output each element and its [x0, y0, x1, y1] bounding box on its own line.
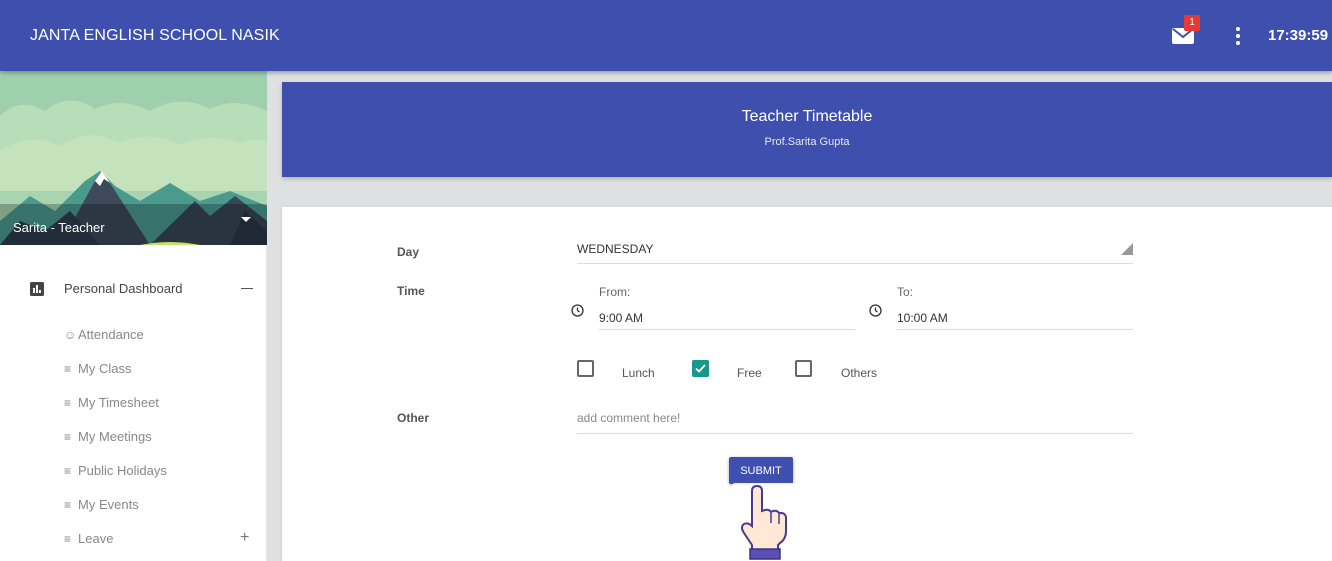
- collapse-icon[interactable]: [241, 288, 253, 289]
- dropdown-triangle-icon: [1121, 243, 1133, 255]
- sidebar-item-my-meetings[interactable]: ≡ My Meetings: [64, 429, 152, 449]
- other-label: Other: [397, 411, 430, 425]
- menu-lines-icon: ≡: [64, 464, 72, 478]
- page-title: Teacher Timetable: [741, 108, 873, 125]
- clock: 17:39:59: [1268, 27, 1329, 44]
- day-label: Day: [397, 245, 420, 259]
- profile-dropdown-icon[interactable]: [241, 217, 251, 222]
- others-checkbox[interactable]: [795, 360, 812, 377]
- submit-button[interactable]: SUBMIT: [729, 457, 793, 484]
- check-icon: [695, 364, 706, 373]
- sidebar-item-label: My Timesheet: [78, 395, 159, 410]
- lunch-checkbox[interactable]: [577, 360, 594, 377]
- person-icon: ☺: [64, 328, 77, 342]
- sidebar-item-leave[interactable]: ≡ Leave: [64, 531, 113, 551]
- sidebar-item-label: Attendance: [78, 327, 144, 342]
- nav-section-label: Personal Dashboard: [64, 281, 183, 296]
- top-app-bar: JANTA ENGLISH SCHOOL NASIK 1 17:39:59: [0, 0, 1332, 71]
- profile-user-name: Sarita - Teacher: [13, 220, 105, 235]
- clock-icon: [869, 304, 882, 317]
- comment-field: [577, 407, 1133, 434]
- menu-lines-icon: ≡: [64, 532, 72, 546]
- to-time-value: 10:00 AM: [897, 311, 948, 325]
- more-vert-icon[interactable]: [1226, 24, 1250, 48]
- app-title: JANTA ENGLISH SCHOOL NASIK: [30, 27, 280, 44]
- page-subtitle: Prof.Sarita Gupta: [764, 136, 850, 148]
- from-time-value: 9:00 AM: [599, 311, 644, 325]
- free-checkbox[interactable]: [692, 360, 709, 377]
- menu-lines-icon: ≡: [64, 396, 72, 410]
- sidebar-item-label: My Class: [78, 361, 132, 376]
- from-caption: From:: [599, 285, 631, 299]
- timetable-form: Day WEDNESDAY Time From: 9:00 AM To: 10:…: [282, 207, 1332, 561]
- day-select[interactable]: WEDNESDAY: [577, 237, 1133, 264]
- lunch-label: Lunch: [622, 366, 655, 380]
- sidebar-item-label: Public Holidays: [78, 463, 167, 478]
- sidebar-item-label: Leave: [78, 531, 114, 546]
- to-caption: To:: [897, 285, 914, 299]
- menu-lines-icon: ≡: [64, 498, 72, 512]
- sidebar-item-my-class[interactable]: ≡ My Class: [64, 361, 131, 381]
- sidebar-item-my-events[interactable]: ≡ My Events: [64, 497, 139, 517]
- menu-lines-icon: ≡: [64, 430, 72, 444]
- profile-background-image: [0, 71, 267, 245]
- sidebar-item-attendance[interactable]: ☺ Attendance: [64, 327, 144, 347]
- sidebar: Sarita - Teacher Personal Dashboard ☺ Att…: [0, 71, 267, 561]
- sidebar-item-label: My Events: [78, 497, 139, 512]
- free-label: Free: [737, 366, 762, 380]
- profile-header: Sarita - Teacher: [0, 71, 267, 245]
- comment-input[interactable]: [577, 407, 1133, 429]
- mail-count-badge: 1: [1184, 15, 1200, 31]
- to-time-field[interactable]: To: 10:00 AM: [897, 285, 1133, 330]
- page-header-card: Teacher Timetable Prof.Sarita Gupta: [282, 82, 1332, 177]
- sidebar-item-public-holidays[interactable]: ≡ Public Holidays: [64, 463, 167, 483]
- expand-leave-icon[interactable]: +: [240, 529, 249, 547]
- day-select-value: WEDNESDAY: [577, 242, 654, 256]
- from-time-field[interactable]: From: 9:00 AM: [599, 285, 855, 330]
- time-label: Time: [397, 284, 425, 298]
- bar-chart-icon: [30, 282, 44, 296]
- pointer-hand-icon: [732, 483, 798, 560]
- nav-section-personal-dashboard[interactable]: Personal Dashboard: [0, 271, 267, 305]
- sidebar-item-label: My Meetings: [78, 429, 152, 444]
- clock-icon: [571, 304, 584, 317]
- others-label: Others: [841, 366, 878, 380]
- menu-lines-icon: ≡: [64, 362, 72, 376]
- sidebar-item-my-timesheet[interactable]: ≡ My Timesheet: [64, 395, 159, 415]
